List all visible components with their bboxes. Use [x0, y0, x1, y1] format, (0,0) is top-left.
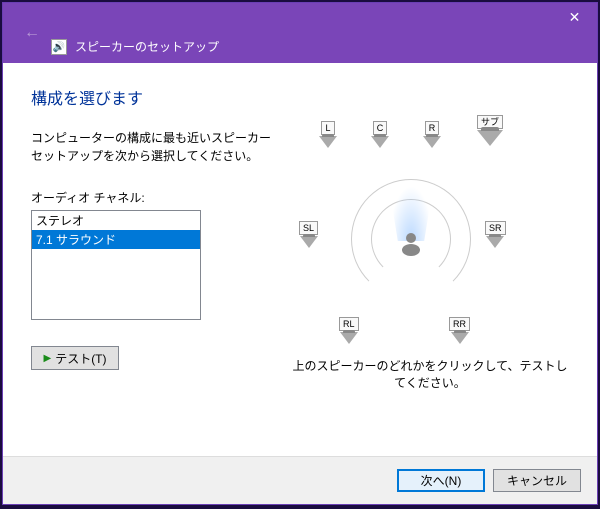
speaker-left[interactable]: L	[319, 121, 337, 148]
titlebar: ← 🔊 スピーカーのセットアップ ✕	[3, 3, 597, 63]
audio-channel-listbox[interactable]: ステレオ 7.1 サラウンド	[31, 210, 201, 320]
speaker-subwoofer[interactable]: サブ	[477, 115, 503, 146]
description-text: コンピューターの構成に最も近いスピーカー セットアップを次から選択してください。	[31, 129, 281, 165]
app-icon: 🔊	[51, 39, 67, 55]
back-button: ←	[21, 22, 43, 44]
test-button-label: テスト(T)	[55, 350, 106, 367]
window-title: スピーカーのセットアップ	[75, 38, 219, 55]
next-button[interactable]: 次へ(N)	[397, 469, 485, 492]
list-item-71-surround[interactable]: 7.1 サラウンド	[32, 230, 200, 249]
content-area: 構成を選びます コンピューターの構成に最も近いスピーカー セットアップを次から選…	[3, 63, 597, 456]
speaker-label-r: R	[425, 121, 440, 135]
speaker-setup-window: ← 🔊 スピーカーのセットアップ ✕ 構成を選びます コンピューターの構成に最も…	[2, 2, 598, 505]
list-item-stereo[interactable]: ステレオ	[32, 211, 200, 230]
speaker-label-l: L	[321, 121, 334, 135]
page-heading: 構成を選びます	[31, 85, 569, 109]
close-button[interactable]: ✕	[552, 3, 597, 31]
listener-icon	[397, 229, 425, 257]
speaker-side-left[interactable]: SL	[299, 221, 318, 248]
speaker-diagram: L C R サブ SL SR	[301, 121, 521, 351]
footer-bar: 次へ(N) キャンセル	[3, 456, 597, 504]
speaker-label-sl: SL	[299, 221, 318, 235]
speaker-rear-left[interactable]: RL	[339, 317, 359, 344]
speaker-rear-right[interactable]: RR	[449, 317, 470, 344]
cancel-button[interactable]: キャンセル	[493, 469, 581, 492]
test-button[interactable]: ▶ テスト(T)	[31, 346, 119, 370]
speaker-label-rr: RR	[449, 317, 470, 331]
diagram-hint: 上のスピーカーのどれかをクリックして、テストしてください。	[291, 357, 569, 391]
speaker-label-sr: SR	[485, 221, 506, 235]
speaker-side-right[interactable]: SR	[485, 221, 506, 248]
speaker-center[interactable]: C	[371, 121, 389, 148]
channel-label: オーディオ チャネル:	[31, 189, 281, 206]
speaker-right[interactable]: R	[423, 121, 441, 148]
speaker-label-rl: RL	[339, 317, 359, 331]
speaker-label-c: C	[373, 121, 388, 135]
play-icon: ▶	[43, 353, 51, 364]
